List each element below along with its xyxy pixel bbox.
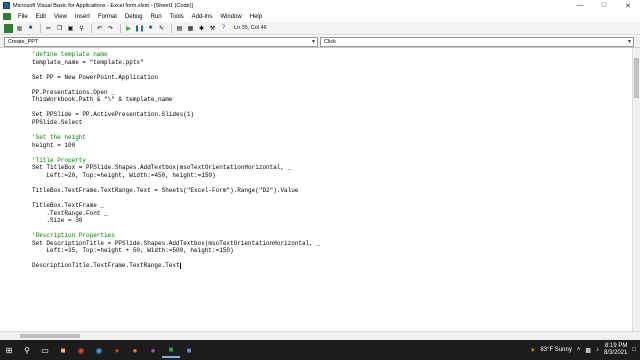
- code-line[interactable]: Set DescriptionTitle = PPSlide.Shapes.Ad…: [32, 240, 320, 247]
- code-line[interactable]: height = 100: [32, 142, 75, 149]
- code-line[interactable]: Left:=20, Top:=height, Width:=450, heigh…: [32, 172, 215, 179]
- code-line[interactable]: Set PP = New PowerPoint.Application: [32, 74, 158, 81]
- code-line[interactable]: PP.Presentations.Open _: [32, 89, 115, 96]
- paste-icon[interactable]: ▣: [66, 24, 75, 33]
- text-caret: [179, 263, 181, 270]
- start-icon[interactable]: ⊞: [0, 342, 18, 358]
- code-line[interactable]: TitleBox.TextFrame _: [32, 203, 104, 209]
- procedure-dropdown[interactable]: Click ▼: [320, 37, 634, 47]
- task-view-icon[interactable]: ▭: [36, 342, 54, 358]
- help-icon[interactable]: ?: [219, 24, 228, 33]
- chevron-down-icon: ▼: [311, 39, 316, 45]
- find-icon[interactable]: ⚲: [77, 24, 86, 33]
- minimize-button[interactable]: —: [568, 0, 592, 11]
- menu-tools[interactable]: Tools: [166, 14, 188, 20]
- code-line[interactable]: PPSlide.Select: [32, 119, 82, 126]
- toolbox-icon[interactable]: ⚒: [208, 24, 217, 33]
- app-icon[interactable]: ●: [108, 342, 126, 358]
- redo-icon[interactable]: ↷: [106, 24, 115, 33]
- procedure-dropdown-value: Click: [324, 39, 336, 45]
- clock-date: 8/3/2021: [604, 350, 628, 356]
- code-line[interactable]: .TextRange.Font _: [32, 210, 107, 217]
- save-icon[interactable]: ■: [26, 24, 35, 33]
- chrome-icon[interactable]: ◉: [72, 342, 90, 358]
- break-icon[interactable]: ❚❚: [134, 24, 144, 33]
- toolbar-separator: [120, 23, 121, 33]
- copy-icon[interactable]: ❐: [55, 24, 64, 33]
- undo-icon[interactable]: ↶: [95, 24, 104, 33]
- weather-text[interactable]: 83°F Sunny: [540, 347, 571, 353]
- cursor-position: Ln 35, Col 46: [234, 25, 267, 31]
- object-dropdown-value: Create_PPT: [8, 39, 39, 45]
- menu-format[interactable]: Format: [94, 14, 121, 20]
- window-title: Microsoft Visual Basic for Applications …: [13, 2, 193, 9]
- vba-taskbar-icon[interactable]: ■: [180, 342, 198, 358]
- code-comment-line[interactable]: 'Title Property: [32, 157, 86, 164]
- chevron-up-icon[interactable]: ˄: [577, 347, 581, 353]
- scrollbar-thumb[interactable]: [20, 334, 80, 338]
- code-editor[interactable]: 'define template name template_name = "te…: [0, 48, 632, 331]
- insert-module-icon[interactable]: ▦: [15, 24, 24, 33]
- code-line[interactable]: .Size = 30: [32, 218, 82, 224]
- scrollbar-thumb[interactable]: [634, 58, 639, 98]
- properties-icon[interactable]: ▦: [186, 24, 195, 33]
- chevron-down-icon: ▼: [627, 39, 632, 45]
- menu-debug[interactable]: Debug: [121, 14, 147, 20]
- weather-icon[interactable]: ☀: [530, 347, 535, 354]
- menu-bar: File Edit View Insert Format Debug Run T…: [0, 11, 640, 22]
- menu-add-ins[interactable]: Add-Ins: [188, 14, 217, 20]
- code-selectors: Create_PPT ▼ Click ▼: [0, 36, 640, 48]
- cut-icon[interactable]: ✂: [44, 24, 53, 33]
- code-line[interactable]: ThisWorkbook.Path & "\" & template_name: [32, 97, 172, 103]
- menu-window[interactable]: Window: [216, 14, 245, 20]
- network-icon[interactable]: ▩: [585, 347, 591, 354]
- menu-run[interactable]: Run: [147, 14, 166, 20]
- taskbar: ⊞ ⚲ ▭ ■ ◉ ◉ ● ● ● ■ ■ ☀ 83°F Sunny ˄ ▩ ♪…: [0, 340, 640, 360]
- view-excel-icon[interactable]: [4, 23, 13, 33]
- title-bar: Microsoft Visual Basic for Applications …: [0, 0, 640, 11]
- code-comment-line[interactable]: 'Set the height: [32, 135, 86, 141]
- system-tray: ☀ 83°F Sunny ˄ ▩ ♪ 8:19 PM 8/3/2021 □: [525, 343, 640, 357]
- file-explorer-icon[interactable]: ■: [54, 342, 72, 358]
- code-line[interactable]: template_name = "template.pptx": [32, 59, 144, 66]
- vba-app-icon: [3, 2, 10, 9]
- menu-insert[interactable]: Insert: [71, 14, 94, 20]
- app-icon[interactable]: ●: [144, 342, 162, 358]
- notification-icon[interactable]: □: [632, 347, 636, 353]
- maximize-button[interactable]: □: [592, 0, 616, 11]
- clock[interactable]: 8:19 PM 8/3/2021: [604, 343, 627, 357]
- vertical-scrollbar[interactable]: [632, 48, 640, 331]
- code-line[interactable]: Set TitleBox = PPSlide.Shapes.AddTextbox…: [32, 165, 291, 171]
- code-line[interactable]: Left:=35, Top:=height + 50, Width:=500, …: [32, 248, 233, 254]
- run-icon[interactable]: ▶: [124, 24, 133, 33]
- standard-toolbar: ▦ ■ ✂ ❐ ▣ ⚲ ↶ ↷ ▶ ❚❚ ■ ✎ ▤ ▦ ✱ ⚒ ? Ln 35…: [0, 22, 640, 35]
- clock-time: 8:19 PM: [605, 343, 628, 349]
- code-comment-line[interactable]: 'Description Properties: [32, 233, 115, 239]
- code-line[interactable]: DescriptionTitle.TextFrame.TextRange.Tex…: [32, 263, 181, 270]
- toolbar-separator: [40, 23, 41, 33]
- menu-help[interactable]: Help: [246, 14, 266, 20]
- menu-view[interactable]: View: [50, 14, 71, 20]
- toolbar-separator: [91, 23, 92, 33]
- horizontal-scrollbar[interactable]: [0, 331, 640, 340]
- excel-icon[interactable]: [3, 13, 11, 20]
- search-icon[interactable]: ⚲: [18, 342, 36, 358]
- code-line[interactable]: Set PPSlide = PP.ActivePresentation.Slid…: [32, 112, 194, 118]
- object-browser-icon[interactable]: ✱: [197, 24, 206, 33]
- design-mode-icon[interactable]: ✎: [157, 24, 166, 33]
- reset-icon[interactable]: ■: [146, 24, 155, 33]
- menu-file[interactable]: File: [14, 14, 32, 20]
- project-explorer-icon[interactable]: ▤: [175, 24, 184, 33]
- code-comment-line[interactable]: 'define template name: [32, 52, 108, 58]
- volume-icon[interactable]: ♪: [596, 347, 599, 353]
- app-icon[interactable]: ●: [126, 342, 144, 358]
- excel-taskbar-icon[interactable]: ■: [162, 342, 180, 358]
- code-line[interactable]: TitleBox.TextFrame.TextRange.Text = Shee…: [32, 187, 298, 194]
- edge-icon[interactable]: ◉: [90, 342, 108, 358]
- close-button[interactable]: ✕: [616, 0, 640, 11]
- toolbar-separator: [171, 23, 172, 33]
- object-dropdown[interactable]: Create_PPT ▼: [4, 37, 318, 47]
- menu-edit[interactable]: Edit: [32, 14, 50, 20]
